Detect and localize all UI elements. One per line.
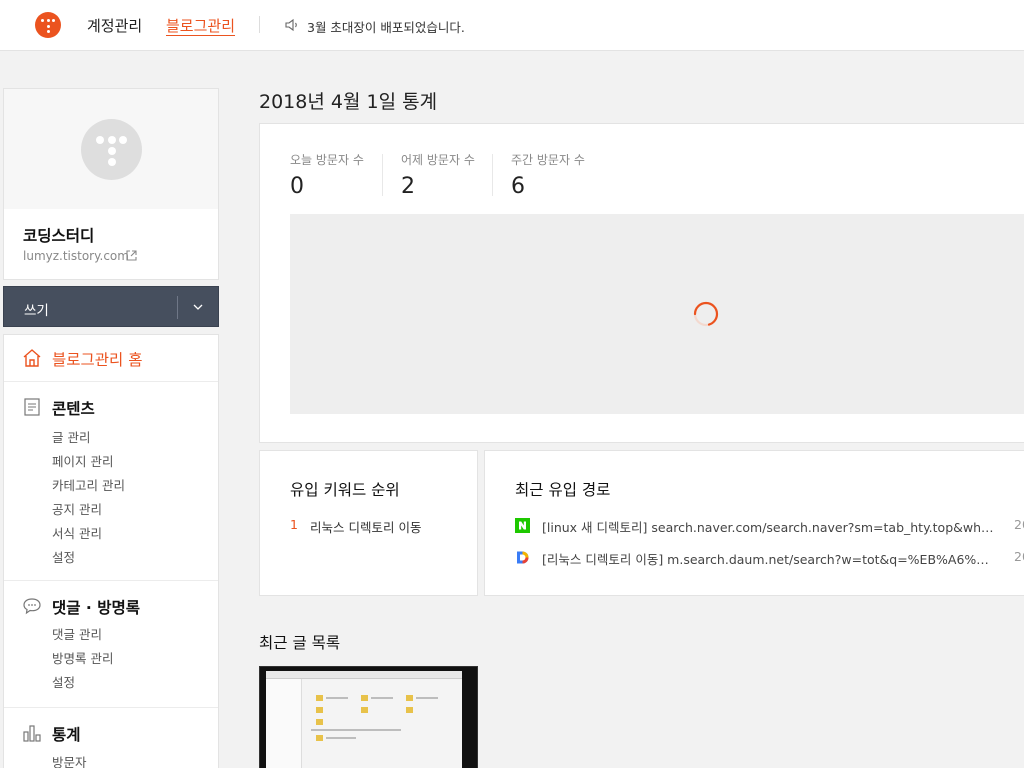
visitor-stats-card: 오늘 방문자 수 0 어제 방문자 수 2 주간 방문자 수 6 bbox=[259, 123, 1024, 443]
blog-url[interactable]: lumyz.tistory.com bbox=[23, 249, 129, 263]
referrer-text[interactable]: [linux 새 디렉토리] search.naver.com/search.n… bbox=[542, 517, 994, 536]
sidebar-item-notice-management[interactable]: 공지 관리 bbox=[52, 499, 102, 518]
section-title[interactable]: 콘텐츠 bbox=[52, 397, 95, 419]
section-title[interactable]: 댓글 · 방명록 bbox=[52, 596, 140, 618]
stat-divider bbox=[382, 154, 383, 196]
nav-divider bbox=[259, 16, 260, 33]
page-title: 2018년 4월 1일 통계 bbox=[259, 91, 438, 113]
sidebar-item-template-management[interactable]: 서식 관리 bbox=[52, 523, 102, 542]
recent-post-thumbnail[interactable] bbox=[259, 666, 478, 768]
recent-posts-title: 최근 글 목록 bbox=[259, 634, 341, 652]
stat-weekly: 주간 방문자 수 6 bbox=[511, 151, 585, 199]
card-title: 최근 유입 경로 bbox=[515, 481, 611, 499]
visitor-chart-area bbox=[290, 214, 1024, 414]
referrer-row[interactable]: [linux 새 디렉토리] search.naver.com/search.n… bbox=[515, 517, 1024, 535]
stat-value: 6 bbox=[511, 174, 525, 199]
sidebar-item-post-management[interactable]: 글 관리 bbox=[52, 427, 90, 446]
keyword-text[interactable]: 리눅스 디렉토리 이동 bbox=[310, 517, 421, 536]
bar-chart-icon bbox=[23, 725, 41, 742]
stat-label: 오늘 방문자 수 bbox=[290, 153, 364, 167]
nav-blog-management[interactable]: 블로그관리 bbox=[166, 15, 235, 36]
keyword-ranking-card: 유입 키워드 순위 1 리눅스 디렉토리 이동 bbox=[259, 450, 478, 596]
referrer-date: 20 bbox=[1014, 549, 1024, 564]
write-button-separator bbox=[177, 296, 178, 319]
blog-avatar[interactable] bbox=[81, 119, 142, 180]
sidebar-item-comment-management[interactable]: 댓글 관리 bbox=[52, 624, 102, 643]
sidebar-section-contents: 콘텐츠 글 관리 페이지 관리 카테고리 관리 공지 관리 서식 관리 설정 bbox=[4, 382, 218, 581]
thumbnail-image bbox=[266, 671, 462, 768]
chevron-down-icon[interactable] bbox=[191, 300, 205, 314]
document-icon bbox=[24, 398, 40, 416]
home-icon bbox=[23, 349, 41, 367]
daum-icon bbox=[515, 550, 530, 565]
card-title: 유입 키워드 순위 bbox=[290, 481, 400, 499]
speaker-icon bbox=[285, 18, 297, 32]
recent-referrers-card: 최근 유입 경로 [linux 새 디렉토리] search.naver.com… bbox=[484, 450, 1024, 596]
notice-text[interactable]: 3월 초대장이 배포되었습니다. bbox=[307, 17, 465, 36]
sidebar-item-home[interactable]: 블로그관리 홈 bbox=[4, 335, 218, 382]
comment-icon bbox=[23, 598, 41, 615]
external-link-icon[interactable] bbox=[125, 249, 138, 262]
stat-label: 어제 방문자 수 bbox=[401, 153, 475, 167]
write-button[interactable]: 쓰기 bbox=[3, 286, 219, 327]
top-bar: 계정관리 블로그관리 3월 초대장이 배포되었습니다. bbox=[0, 0, 1024, 51]
referrer-date: 20 bbox=[1014, 517, 1024, 532]
write-button-label: 쓰기 bbox=[24, 303, 49, 319]
sidebar-item-comment-settings[interactable]: 설정 bbox=[52, 672, 75, 691]
naver-icon bbox=[515, 518, 530, 533]
loading-spinner-icon bbox=[693, 301, 719, 327]
keyword-rank: 1 bbox=[290, 517, 298, 532]
profile-cover bbox=[4, 89, 218, 209]
stat-today: 오늘 방문자 수 0 bbox=[290, 151, 364, 199]
blog-name[interactable]: 코딩스터디 bbox=[23, 224, 94, 246]
sidebar-item-page-management[interactable]: 페이지 관리 bbox=[52, 451, 113, 470]
sidebar-item-visitors[interactable]: 방문자 bbox=[52, 752, 87, 768]
sidebar-section-comments: 댓글 · 방명록 댓글 관리 방명록 관리 설정 bbox=[4, 581, 218, 708]
tistory-logo[interactable] bbox=[35, 12, 61, 38]
sidebar-item-category-management[interactable]: 카테고리 관리 bbox=[52, 475, 125, 494]
stat-divider bbox=[492, 154, 493, 196]
sidebar-item-content-settings[interactable]: 설정 bbox=[52, 547, 75, 566]
nav-account-management[interactable]: 계정관리 bbox=[87, 15, 142, 36]
referrer-text[interactable]: [리눅스 디렉토리 이동] m.search.daum.net/search?w… bbox=[542, 549, 994, 568]
stat-value: 0 bbox=[290, 174, 304, 199]
stat-value: 2 bbox=[401, 174, 415, 199]
sidebar-item-guestbook-management[interactable]: 방명록 관리 bbox=[52, 648, 113, 667]
stat-label: 주간 방문자 수 bbox=[511, 153, 585, 167]
section-title[interactable]: 통계 bbox=[52, 723, 81, 745]
sidebar-section-statistics: 통계 방문자 bbox=[4, 708, 218, 768]
referrer-row[interactable]: [리눅스 디렉토리 이동] m.search.daum.net/search?w… bbox=[515, 549, 1024, 567]
sidebar-item-label: 블로그관리 홈 bbox=[52, 351, 143, 369]
stat-yesterday: 어제 방문자 수 2 bbox=[401, 151, 475, 199]
profile-card: 코딩스터디 lumyz.tistory.com bbox=[3, 88, 219, 280]
sidebar-menu: 블로그관리 홈 콘텐츠 글 관리 페이지 관리 카테고리 관리 공지 관리 서식… bbox=[3, 334, 219, 768]
